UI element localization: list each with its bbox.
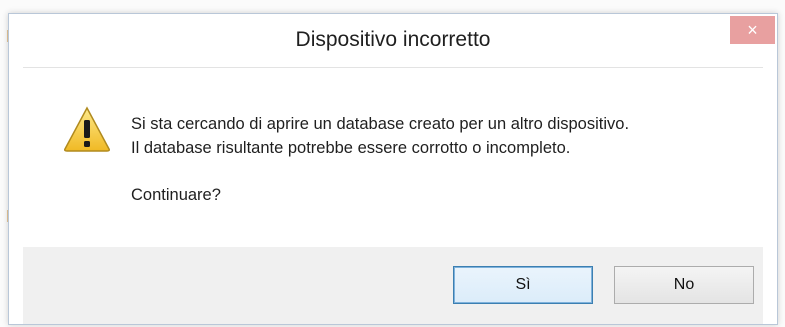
warning-icon — [64, 106, 110, 152]
dialog-message: Si sta cercando di aprire un database cr… — [131, 112, 629, 160]
no-button[interactable]: No — [614, 266, 754, 304]
message-line: Il database risultante potrebbe essere c… — [131, 139, 571, 157]
message-dialog: Dispositivo incorretto × Si sta cercando… — [8, 13, 778, 325]
yes-button[interactable]: Sì — [453, 266, 593, 304]
dialog-titlebar[interactable]: Dispositivo incorretto × — [9, 14, 777, 67]
dialog-button-bar: Sì No — [23, 247, 763, 324]
dialog-title: Dispositivo incorretto — [295, 28, 491, 51]
close-icon: × — [747, 19, 758, 40]
dialog-content: Si sta cercando di aprire un database cr… — [23, 67, 763, 248]
dialog-question: Continuare? — [131, 186, 221, 204]
close-button[interactable]: × — [730, 16, 775, 44]
message-line: Si sta cercando di aprire un database cr… — [131, 115, 630, 133]
